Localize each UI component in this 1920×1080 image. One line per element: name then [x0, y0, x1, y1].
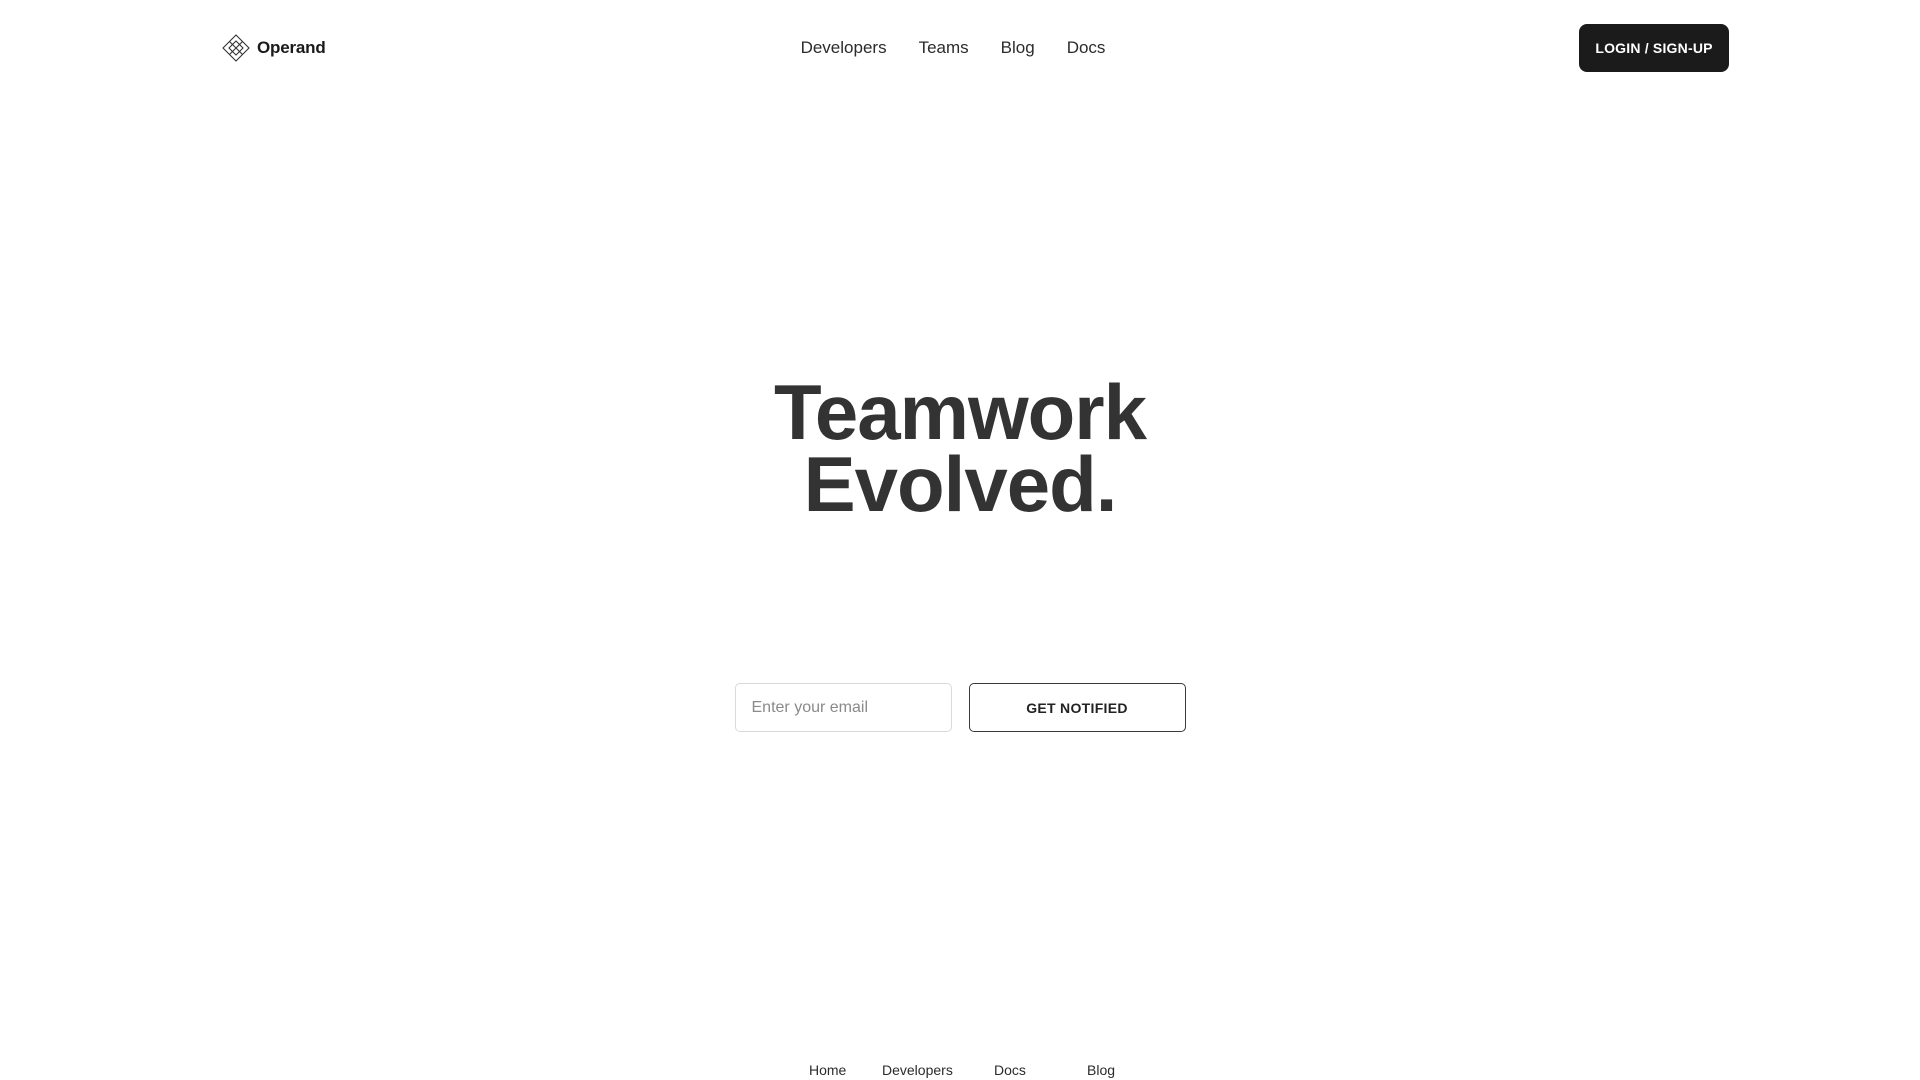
- email-input[interactable]: [734, 683, 952, 732]
- get-notified-button[interactable]: GET NOTIFIED: [968, 683, 1186, 732]
- site-footer: Home Developers Docs Blog: [0, 1061, 1920, 1080]
- landing-page: Operand Developers Teams Blog Docs LOGIN…: [0, 0, 1920, 1080]
- footer-link-docs[interactable]: Docs: [994, 1061, 1026, 1080]
- signup-form: GET NOTIFIED: [0, 683, 1920, 732]
- footer-link-blog[interactable]: Blog: [1087, 1061, 1115, 1080]
- footer-link-home[interactable]: Home: [809, 1061, 846, 1080]
- hero-title: Teamwork Evolved.: [0, 368, 1920, 528]
- site-header: Operand Developers Teams Blog Docs LOGIN…: [0, 0, 1920, 97]
- nav-link-blog[interactable]: Blog: [1001, 36, 1035, 60]
- login-signup-button[interactable]: LOGIN / SIGN-UP: [1579, 24, 1729, 72]
- footer-link-developers[interactable]: Developers: [882, 1061, 953, 1080]
- nav-link-docs[interactable]: Docs: [1067, 36, 1106, 60]
- nav-link-developers[interactable]: Developers: [801, 36, 887, 60]
- hero-title-line-2: Evolved.: [803, 440, 1118, 528]
- nav-link-teams[interactable]: Teams: [919, 36, 969, 60]
- hero-title-line-1: Teamwork: [773, 368, 1147, 456]
